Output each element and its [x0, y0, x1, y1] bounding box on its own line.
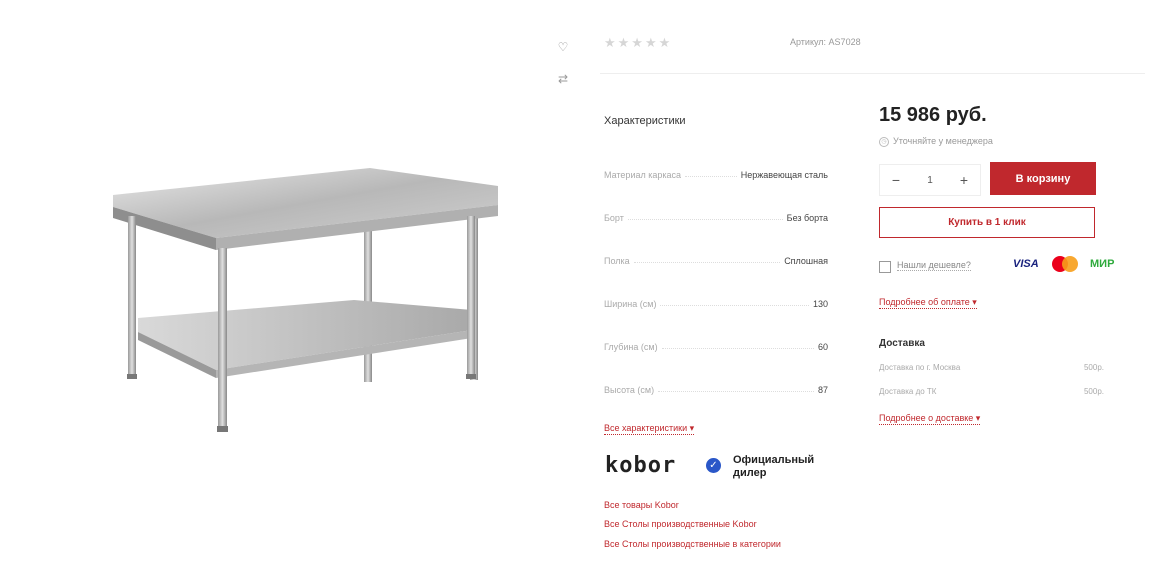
- delivery-name: Доставка по г. Москва: [879, 363, 961, 372]
- char-value: Сплошная: [784, 256, 828, 266]
- char-value: 130: [812, 299, 828, 309]
- char-name: Материал каркаса: [604, 170, 682, 180]
- brand-logo[interactable]: kobor: [605, 453, 676, 478]
- verified-check-icon: ✓: [706, 458, 721, 473]
- qty-value[interactable]: 1: [914, 175, 946, 186]
- char-dots: [661, 348, 814, 349]
- brand-link-brand-tables[interactable]: Все Столы производственные Kobor: [604, 519, 757, 529]
- clarify-note: Уточняйте у менеджера: [893, 136, 993, 146]
- char-dots: [658, 391, 814, 392]
- brand-link-all-products[interactable]: Все товары Kobor: [604, 500, 679, 510]
- qty-plus-button[interactable]: +: [948, 172, 980, 188]
- char-name: Борт: [604, 213, 624, 223]
- quantity-stepper[interactable]: − 1 +: [879, 164, 981, 196]
- char-dots: [627, 219, 783, 220]
- char-dots: [660, 305, 809, 306]
- favorite-icon[interactable]: ♡: [556, 40, 570, 54]
- char-row: Борт Без борта: [604, 209, 828, 223]
- official-dealer-label: Официальный дилер: [733, 454, 843, 480]
- char-row: Глубина (см) 60: [604, 338, 828, 352]
- clock-icon: ◷: [879, 137, 889, 147]
- mastercard-logo: [1052, 256, 1078, 272]
- char-value: 87: [817, 385, 828, 395]
- found-cheaper-link[interactable]: Нашли дешевле?: [897, 260, 971, 271]
- divider: [600, 73, 1145, 74]
- char-value: 60: [817, 342, 828, 352]
- all-characteristics-link[interactable]: Все характеристики ▾: [604, 423, 695, 435]
- rating-stars[interactable]: ★★★★★: [604, 35, 672, 51]
- delivery-title: Доставка: [879, 338, 925, 349]
- dealer-line: Официальный: [733, 454, 815, 466]
- add-to-cart-button[interactable]: В корзину: [990, 162, 1096, 195]
- visa-logo: VISA: [1013, 258, 1039, 270]
- char-value: Нержавеющая сталь: [740, 170, 828, 180]
- char-name: Ширина (см): [604, 299, 657, 309]
- payment-details-link[interactable]: Подробнее об оплате ▾: [879, 297, 977, 309]
- characteristics-title: Характеристики: [604, 115, 686, 127]
- compare-icon[interactable]: ⇄: [556, 72, 570, 86]
- char-row: Ширина (см) 130: [604, 295, 828, 309]
- delivery-row: Доставка по г. Москва 500р.: [879, 363, 1104, 372]
- price: 15 986 руб.: [879, 104, 987, 126]
- char-row: Материал каркаса Нержавеющая сталь: [604, 166, 828, 180]
- brand-link-category-tables[interactable]: Все Столы производственные в категории: [604, 539, 781, 549]
- qty-minus-button[interactable]: −: [880, 172, 912, 188]
- char-value: Без борта: [786, 213, 828, 223]
- dealer-line: дилер: [733, 467, 767, 479]
- char-name: Высота (см): [604, 385, 655, 395]
- delivery-row: Доставка до ТК 500р.: [879, 387, 1104, 396]
- delivery-name: Доставка до ТК: [879, 387, 937, 396]
- char-dots: [633, 262, 781, 263]
- article-number: Артикул: AS7028: [790, 37, 861, 47]
- delivery-details-link[interactable]: Подробнее о доставке ▾: [879, 413, 981, 425]
- product-image[interactable]: [100, 150, 510, 450]
- delivery-price: 500р.: [1083, 363, 1104, 372]
- char-dots: [685, 176, 737, 177]
- mir-logo: МИР: [1090, 258, 1115, 270]
- char-row: Высота (см) 87: [604, 381, 828, 395]
- cheaper-checkbox-icon[interactable]: [879, 261, 891, 273]
- char-row: Полка Сплошная: [604, 252, 828, 266]
- buy-one-click-button[interactable]: Купить в 1 клик: [879, 207, 1095, 238]
- char-name: Глубина (см): [604, 342, 658, 352]
- delivery-price: 500р.: [1083, 387, 1104, 396]
- char-name: Полка: [604, 256, 630, 266]
